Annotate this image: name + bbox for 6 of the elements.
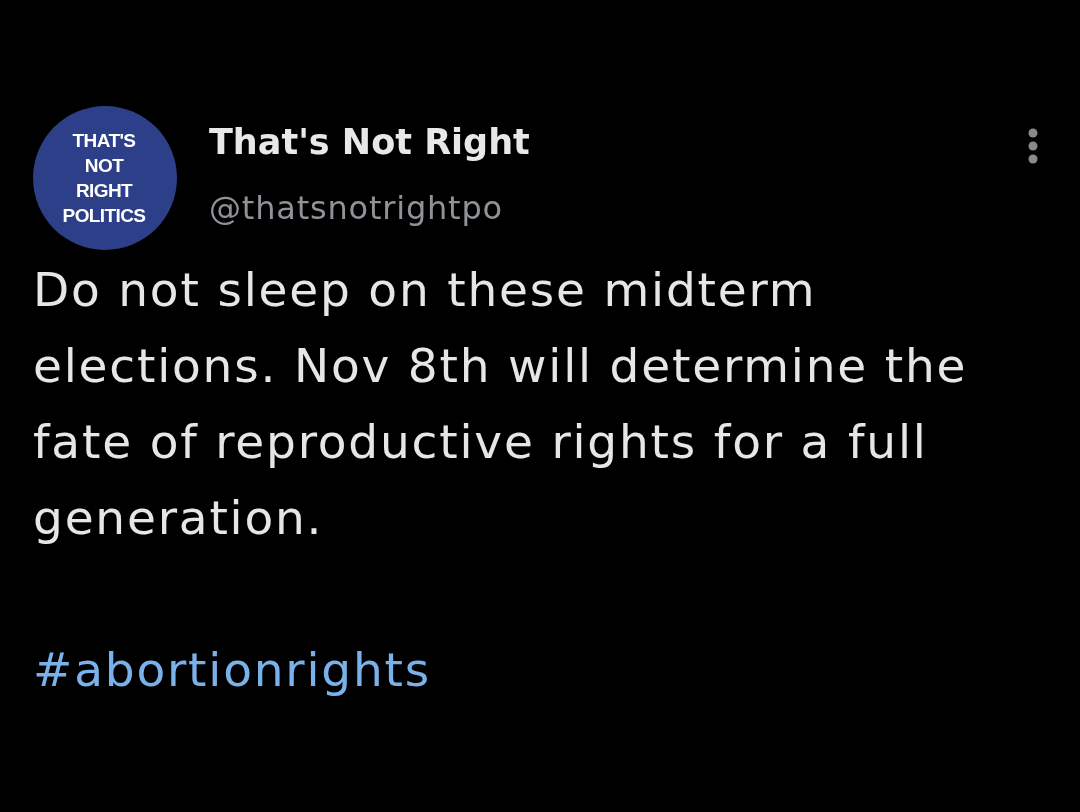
author-name[interactable]: That's Not Right	[209, 122, 1028, 162]
hashtag-link[interactable]: #abortionrights	[33, 632, 432, 708]
more-options-icon[interactable]	[1028, 128, 1038, 164]
avatar-logo[interactable]: THAT'S NOT RIGHT POLITICS	[33, 106, 177, 250]
tweet-text: Do not sleep on these midterm elections. Nov 8th will determine the fate of reproductive rights for a full generation.	[33, 261, 969, 547]
author-handle: @thatsnotrightpo	[209, 188, 504, 228]
